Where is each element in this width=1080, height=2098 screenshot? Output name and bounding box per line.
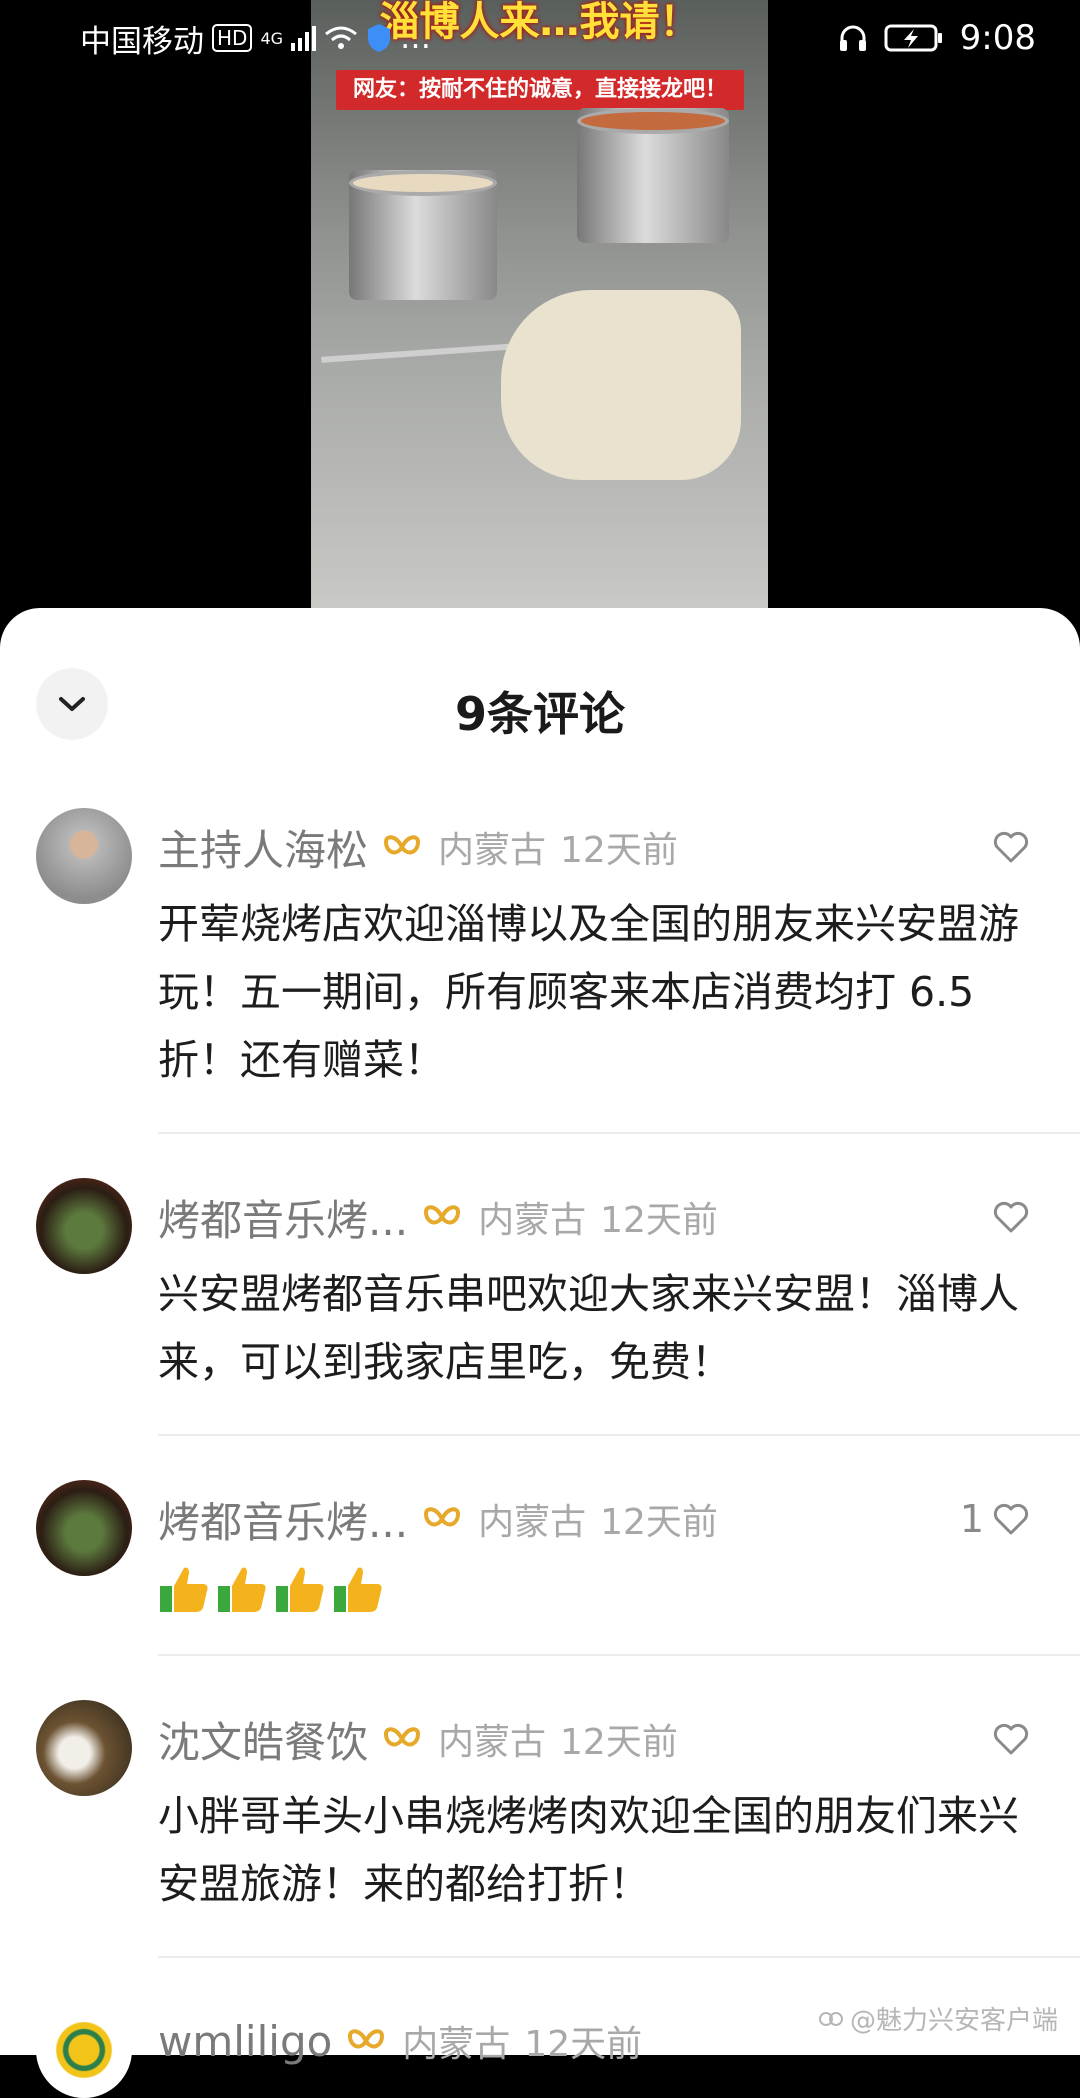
- username[interactable]: 沈文皓餐饮: [158, 1709, 368, 1770]
- sheet-title: 9条评论: [454, 687, 625, 741]
- comment-item[interactable]: 主持人海松 内蒙古 12天前 开荤烧烤店欢迎淄博以及全国的朋友来兴安盟游玩！五一…: [0, 808, 1080, 1094]
- comment-meta: 烤都音乐烤... 内蒙古 12天前: [158, 1178, 1030, 1256]
- headphones-icon: [839, 25, 866, 51]
- avatar[interactable]: [36, 1178, 132, 1274]
- comments-sheet: 9条评论 主持人海松 内蒙古 12天前 开荤烧烤店欢迎淄博以及全国的朋友来兴安盟…: [0, 608, 1080, 2098]
- status-right: 9:08: [838, 18, 1036, 58]
- comment-item[interactable]: 烤都音乐烤... 内蒙古 12天前 1: [0, 1480, 1080, 1614]
- heart-icon: [993, 1201, 1029, 1233]
- heart-icon: [993, 831, 1029, 863]
- divider: [158, 1132, 1080, 1134]
- thumbs-up-icon: [276, 1567, 324, 1612]
- verified-badge-icon: [424, 1205, 461, 1225]
- time-label: 12天前: [524, 2024, 643, 2065]
- divider: [158, 1434, 1080, 1436]
- wifi-icon: [325, 26, 357, 49]
- verified-badge-icon: [384, 835, 421, 855]
- comment-meta: 主持人海松 内蒙古 12天前: [158, 808, 1030, 886]
- shield-icon: [368, 24, 391, 52]
- video-pot-right: [577, 108, 729, 243]
- video-banner: 网友：按耐不住的诚意，直接接龙吧！: [336, 70, 744, 110]
- comment-meta: 沈文皓餐饮 内蒙古 12天前: [158, 1700, 1030, 1778]
- location-label: 内蒙古: [438, 830, 547, 871]
- time-label: 12天前: [560, 1722, 678, 1763]
- verified-badge-icon: [384, 1727, 421, 1747]
- status-left: 中国移动 HD 4G …: [80, 16, 431, 61]
- like-button[interactable]: [984, 1722, 1030, 1756]
- time-label: 12天前: [600, 1200, 718, 1241]
- heart-icon: [993, 1503, 1029, 1535]
- heart-icon: [993, 1723, 1029, 1755]
- battery-icon: [884, 24, 942, 52]
- emoji-row: [158, 1564, 1030, 1614]
- location-label: 内蒙古: [438, 1722, 547, 1763]
- time-label: 12天前: [600, 1502, 718, 1543]
- avatar[interactable]: [36, 2002, 132, 2098]
- comment-item[interactable]: 烤都音乐烤... 内蒙古 12天前 兴安盟烤都音乐串吧欢迎大家来兴安盟！淄博人来…: [0, 1178, 1080, 1396]
- divider: [158, 1956, 1080, 1958]
- clock-label: 9:08: [959, 18, 1036, 58]
- comment-item[interactable]: 沈文皓餐饮 内蒙古 12天前 小胖哥羊头小串烧烤烤肉欢迎全国的朋友们来兴安盟旅游…: [0, 1700, 1080, 1918]
- like-button[interactable]: 1: [960, 1497, 1030, 1541]
- video-glove: [501, 290, 741, 480]
- thumbs-up-icon: [218, 1567, 266, 1612]
- ellipsis-label: …: [400, 20, 432, 56]
- divider: [158, 1654, 1080, 1656]
- verified-badge-icon: [348, 2029, 385, 2049]
- avatar[interactable]: [36, 1700, 132, 1796]
- network-label: 4G: [260, 28, 284, 48]
- avatar[interactable]: [36, 808, 132, 904]
- location-label: 内蒙古: [478, 1200, 587, 1241]
- carrier-label: 中国移动: [80, 23, 204, 60]
- username[interactable]: 烤都音乐烤...: [158, 1489, 408, 1550]
- avatar[interactable]: [36, 1480, 132, 1576]
- time-label: 12天前: [560, 830, 678, 871]
- watermark-label: @魅力兴安客户端: [849, 2006, 1058, 2036]
- video-pot-left: [349, 170, 497, 300]
- like-button[interactable]: [984, 830, 1030, 864]
- like-button[interactable]: [984, 1200, 1030, 1234]
- app-logo-icon: [818, 2011, 843, 2026]
- thumbs-up-icon: [160, 1567, 208, 1612]
- location-label: 内蒙古: [402, 2024, 511, 2065]
- watermark: @魅力兴安客户端: [818, 2000, 1058, 2037]
- username[interactable]: 主持人海松: [158, 817, 368, 878]
- status-bar: 中国移动 HD 4G … 9:08: [0, 0, 1080, 76]
- username[interactable]: 烤都音乐烤...: [158, 1187, 408, 1248]
- signal-icon: [291, 25, 317, 51]
- like-count: 1: [959, 1497, 984, 1541]
- username[interactable]: wmliligo: [158, 2017, 332, 2066]
- location-label: 内蒙古: [478, 1502, 587, 1543]
- video-player[interactable]: 淄博人来…我请！ 网友：按耐不住的诚意，直接接龙吧！: [311, 0, 768, 610]
- sheet-header: 9条评论: [0, 608, 1080, 778]
- thumbs-up-icon: [334, 1567, 382, 1612]
- comment-text: 开荤烧烤店欢迎淄博以及全国的朋友来兴安盟游玩！五一期间，所有顾客来本店消费均打 …: [158, 900, 1019, 1084]
- comment-text: 小胖哥羊头小串烧烤烤肉欢迎全国的朋友们来兴安盟旅游！来的都给打折！: [158, 1792, 1019, 1908]
- comment-meta: 烤都音乐烤... 内蒙古 12天前 1: [158, 1480, 1030, 1558]
- comment-text: 兴安盟烤都音乐串吧欢迎大家来兴安盟！淄博人来，可以到我家店里吃，免费！: [158, 1270, 1019, 1386]
- hd-badge: HD: [212, 24, 253, 52]
- verified-badge-icon: [424, 1507, 461, 1527]
